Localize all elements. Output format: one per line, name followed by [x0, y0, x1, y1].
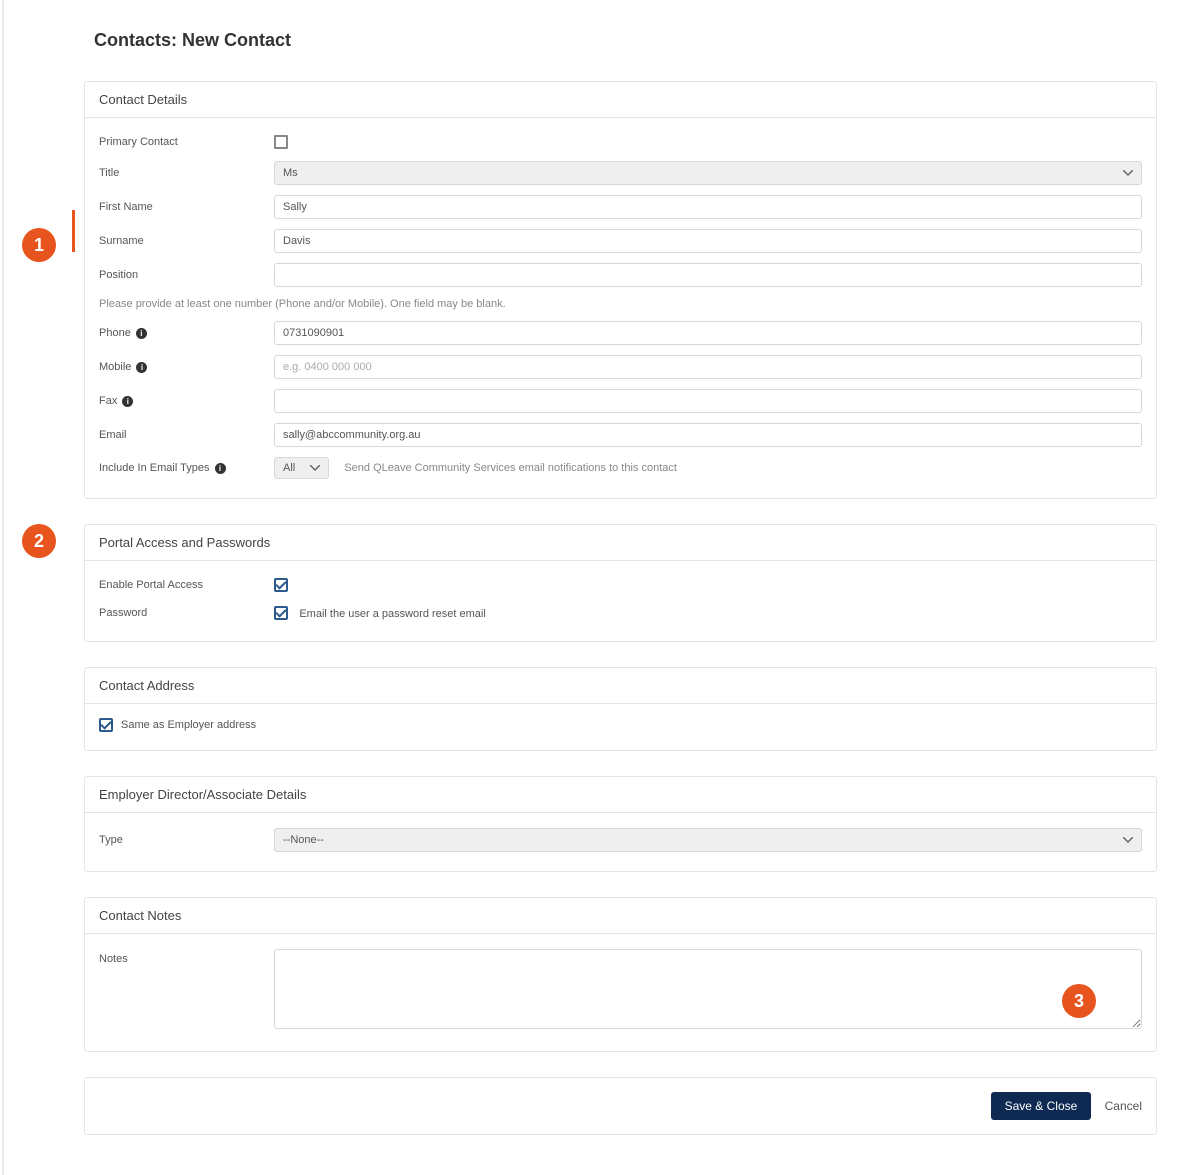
- director-type-select[interactable]: --None--: [274, 828, 1142, 852]
- surname-label: Surname: [99, 235, 274, 247]
- panel-header-director: Employer Director/Associate Details: [85, 777, 1156, 813]
- annotation-marker-1: 1: [22, 228, 56, 262]
- primary-contact-label: Primary Contact: [99, 136, 274, 148]
- panel-contact-notes: Contact Notes Notes: [84, 897, 1157, 1052]
- phone-input[interactable]: [274, 321, 1142, 345]
- info-icon: i: [215, 463, 226, 474]
- notes-label: Notes: [99, 949, 274, 965]
- notes-textarea[interactable]: [274, 949, 1142, 1029]
- same-as-employer-checkbox[interactable]: [99, 718, 113, 732]
- panel-contact-address: Contact Address Same as Employer address: [84, 667, 1157, 751]
- same-as-employer-label: Same as Employer address: [121, 719, 256, 731]
- password-reset-checkbox[interactable]: [274, 606, 288, 620]
- phone-label: Phone i: [99, 327, 274, 339]
- password-label: Password: [99, 607, 274, 619]
- enable-portal-label: Enable Portal Access: [99, 579, 274, 591]
- panel-director-details: Employer Director/Associate Details Type…: [84, 776, 1157, 872]
- director-type-label: Type: [99, 834, 274, 846]
- info-icon: i: [136, 328, 147, 339]
- panel-header-contact-details: Contact Details: [85, 82, 1156, 118]
- phone-help-text: Please provide at least one number (Phon…: [99, 292, 1142, 316]
- annotation-marker-2: 2: [22, 524, 56, 558]
- fax-input[interactable]: [274, 389, 1142, 413]
- annotation-line-1: [72, 210, 75, 252]
- page-title: Contacts: New Contact: [94, 30, 1157, 51]
- info-icon: i: [136, 362, 147, 373]
- panel-header-portal: Portal Access and Passwords: [85, 525, 1156, 561]
- panel-header-notes: Contact Notes: [85, 898, 1156, 934]
- title-select[interactable]: Ms: [274, 161, 1142, 185]
- email-input[interactable]: [274, 423, 1142, 447]
- include-email-select[interactable]: All: [274, 457, 329, 479]
- include-email-help: Send QLeave Community Services email not…: [344, 462, 677, 474]
- info-icon: i: [122, 396, 133, 407]
- first-name-input[interactable]: [274, 195, 1142, 219]
- email-label: Email: [99, 429, 274, 441]
- fax-label: Fax i: [99, 395, 274, 407]
- panel-header-address: Contact Address: [85, 668, 1156, 704]
- save-close-button[interactable]: Save & Close: [991, 1092, 1092, 1120]
- cancel-button[interactable]: Cancel: [1105, 1099, 1142, 1113]
- first-name-label: First Name: [99, 201, 274, 213]
- include-email-label: Include In Email Types i: [99, 462, 274, 474]
- surname-input[interactable]: [274, 229, 1142, 253]
- annotation-marker-3: 3: [1062, 984, 1096, 1018]
- panel-portal-access: Portal Access and Passwords Enable Porta…: [84, 524, 1157, 642]
- position-input[interactable]: [274, 263, 1142, 287]
- mobile-input[interactable]: [274, 355, 1142, 379]
- panel-contact-details: Contact Details Primary Contact Title Ms…: [84, 81, 1157, 499]
- mobile-label: Mobile i: [99, 361, 274, 373]
- title-label: Title: [99, 167, 274, 179]
- panel-actions: Save & Close Cancel: [84, 1077, 1157, 1135]
- primary-contact-checkbox[interactable]: [274, 135, 288, 149]
- enable-portal-checkbox[interactable]: [274, 578, 288, 592]
- position-label: Position: [99, 269, 274, 281]
- password-reset-text: Email the user a password reset email: [299, 608, 485, 620]
